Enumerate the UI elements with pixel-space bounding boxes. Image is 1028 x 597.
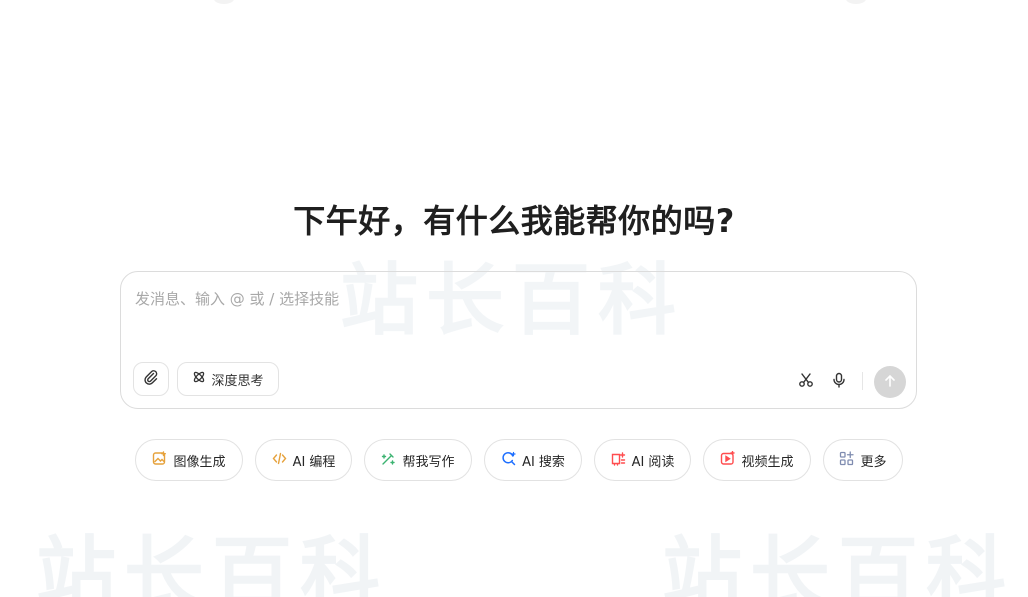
page: 站长百科 站长百科 站长百科 下午好，有什么我能帮你的吗? 深度思考 <box>0 0 1028 597</box>
skill-chip-reading[interactable]: AI 阅读 <box>594 439 691 481</box>
skill-label: 帮我写作 <box>402 454 455 470</box>
image-icon <box>152 450 167 470</box>
skill-chip-image[interactable]: 图像生成 <box>135 439 243 481</box>
skill-chip-more[interactable]: 更多 <box>823 439 903 481</box>
decorative-dot <box>214 0 234 4</box>
skill-label: 更多 <box>860 454 887 470</box>
paperclip-icon <box>143 369 159 389</box>
scissors-icon[interactable] <box>796 370 816 390</box>
read-icon <box>611 451 626 470</box>
skill-label: AI 搜索 <box>522 454 565 470</box>
code-icon <box>272 451 287 470</box>
skill-chip-video[interactable]: 视频生成 <box>703 439 811 481</box>
skill-label: 图像生成 <box>173 454 226 470</box>
skill-label: 视频生成 <box>741 454 794 470</box>
decorative-dot <box>846 0 866 4</box>
deep-think-label: 深度思考 <box>211 373 264 389</box>
watermark: 站长百科 <box>36 528 388 597</box>
attach-button[interactable] <box>133 362 169 396</box>
message-input[interactable] <box>133 286 897 350</box>
skill-chip-coding[interactable]: AI 编程 <box>255 439 352 481</box>
skill-chip-writing[interactable]: 帮我写作 <box>364 439 472 481</box>
arrow-up-icon <box>883 373 897 392</box>
apps-icon <box>839 450 855 470</box>
divider <box>862 372 863 390</box>
microphone-icon[interactable] <box>829 370 849 390</box>
atom-icon <box>192 370 206 388</box>
pen-icon <box>381 451 396 470</box>
send-button[interactable] <box>874 366 906 398</box>
message-composer: 深度思考 <box>120 271 917 409</box>
watermark: 站长百科 <box>662 528 1014 597</box>
search-icon <box>501 451 516 470</box>
skill-chip-search[interactable]: AI 搜索 <box>484 439 582 481</box>
greeting-title: 下午好，有什么我能帮你的吗? <box>293 202 735 240</box>
video-icon <box>720 450 736 470</box>
skill-label: AI 编程 <box>292 454 336 470</box>
deep-think-button[interactable]: 深度思考 <box>177 362 279 396</box>
skill-label: AI 阅读 <box>631 454 675 470</box>
skill-chips: 图像生成 AI 编程 帮我写作 AI 搜索 AI 阅读 视频生成 更多 <box>0 439 1028 481</box>
